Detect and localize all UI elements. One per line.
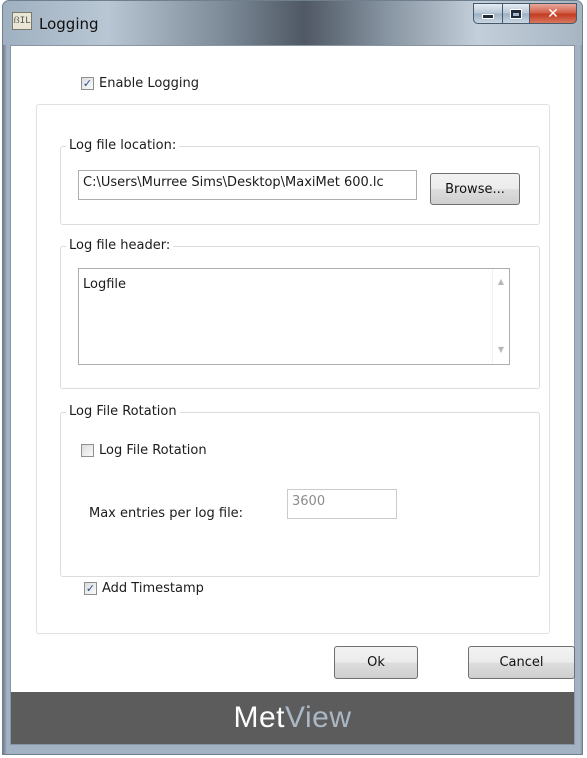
log-path-input[interactable]: C:\Users\Murree Sims\Desktop\MaxiMet 600… — [78, 170, 417, 200]
check-icon: ✓ — [85, 582, 96, 595]
check-icon: ✓ — [82, 77, 93, 90]
scroll-down-icon[interactable]: ▼ — [498, 345, 504, 354]
maximize-button[interactable] — [502, 3, 529, 24]
enable-logging-label: Enable Logging — [99, 76, 199, 91]
minimize-icon — [482, 14, 494, 19]
log-header-group: Log file header: Logfile ▲ ▼ — [60, 238, 540, 389]
maximize-icon — [510, 8, 522, 19]
add-timestamp-label: Add Timestamp — [102, 581, 204, 596]
enable-logging-checkbox[interactable]: ✓ — [81, 77, 94, 90]
rotation-checkbox[interactable] — [81, 444, 94, 457]
add-timestamp-row[interactable]: ✓ Add Timestamp — [84, 581, 204, 596]
caption-buttons: ✕ — [473, 3, 577, 24]
log-location-group: Log file location: C:\Users\Murree Sims\… — [60, 138, 540, 225]
log-header-text: Logfile — [83, 277, 127, 292]
close-icon: ✕ — [547, 5, 559, 22]
rotation-title: Log File Rotation — [66, 404, 180, 419]
max-entries-label: Max entries per log file: — [89, 506, 244, 521]
browse-button[interactable]: Browse... — [430, 173, 520, 205]
logging-options-panel: Log file location: C:\Users\Murree Sims\… — [36, 104, 550, 634]
max-entries-input[interactable]: 3600 — [287, 489, 397, 519]
dialog-client-area: ✓ Enable Logging Log file location: C:\U… — [10, 45, 575, 745]
ok-button[interactable]: Ok — [334, 646, 418, 679]
title-bar[interactable]: ẞIL Logging ✕ — [3, 1, 582, 45]
rotation-group: Log File Rotation Log File Rotation Max … — [60, 404, 540, 577]
enable-logging-row[interactable]: ✓ Enable Logging — [81, 76, 199, 91]
add-timestamp-checkbox[interactable]: ✓ — [84, 582, 97, 595]
app-icon[interactable]: ẞIL — [12, 12, 32, 30]
rotation-checkbox-label: Log File Rotation — [99, 443, 207, 458]
logging-window: ẞIL Logging ✕ ✓ Enable Logging Log file … — [2, 0, 583, 755]
textarea-scrollbar[interactable]: ▲ ▼ — [492, 269, 509, 364]
minimize-button[interactable] — [473, 3, 502, 24]
banner-brand-met: Met — [233, 701, 286, 734]
log-header-textarea[interactable]: Logfile ▲ ▼ — [78, 268, 510, 365]
cancel-button[interactable]: Cancel — [468, 646, 575, 679]
window-title: Logging — [39, 15, 99, 33]
log-header-title: Log file header: — [66, 238, 174, 253]
rotation-checkbox-row[interactable]: Log File Rotation — [81, 443, 207, 458]
close-button[interactable]: ✕ — [529, 3, 577, 24]
log-location-title: Log file location: — [66, 138, 180, 153]
metview-banner: Met View — [11, 692, 574, 744]
scroll-up-icon[interactable]: ▲ — [498, 277, 504, 286]
banner-brand-view: View — [285, 701, 352, 734]
